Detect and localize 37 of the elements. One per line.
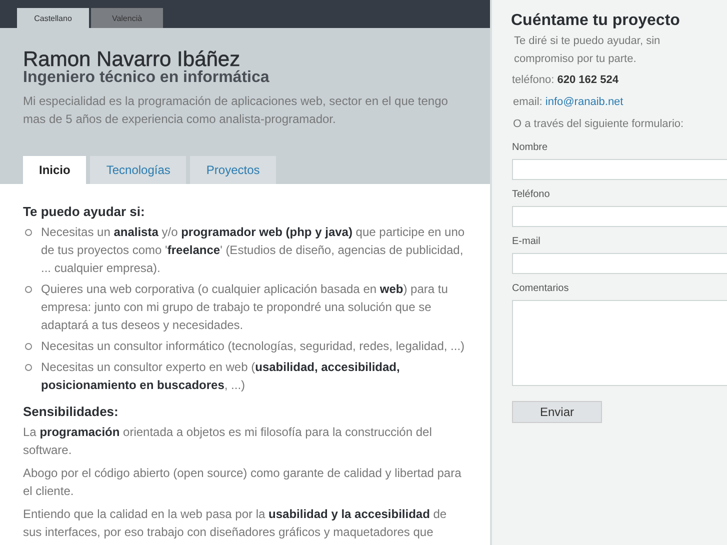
input-field[interactable] bbox=[512, 159, 727, 180]
field-label: E-mail bbox=[512, 235, 542, 249]
email-label: email: bbox=[513, 96, 542, 108]
bullet-icon bbox=[25, 229, 32, 236]
paragraph: La programación orientada a objetos es mi filosofía para la construcción del software. bbox=[23, 424, 433, 459]
section-heading: Sensibilidades: bbox=[23, 404, 120, 419]
send-button[interactable]: Enviar bbox=[512, 401, 602, 423]
site-name: Ramon Navarro Ibáñez bbox=[23, 50, 240, 70]
paragraph: Entiendo que la calidad en la web pasa por la usabilidad y la accesibilidad de sus interfaces, por eso trabajo con diseñadores gráficos y maquetadores que bbox=[23, 506, 448, 541]
list-item-text: Quieres una web corporativa (o cualquier aplicación basada en web) para tu empresa: junto con mi grupo de trabajo te propondré una solución que se adaptará a tus deseos y necesidades. bbox=[41, 281, 449, 334]
bullet-icon bbox=[25, 286, 32, 293]
list-item-text: Necesitas un consultor informático (tecnologías, seguridad, redes, legalidad, ...) bbox=[41, 338, 465, 355]
nav-tab[interactable]: Inicio bbox=[23, 156, 86, 184]
phone-label: teléfono: bbox=[512, 74, 554, 86]
section-heading: Te puedo ayudar si: bbox=[23, 204, 146, 219]
list-item-text: Necesitas un consultor experto en web (usabilidad, accesibilidad, posicionamiento en buscadores, ...) bbox=[41, 359, 401, 394]
intro-text: Mi especialidad es la programación de aplicaciones web, sector en el que tengo mas de 5 años de experiencia como analista-programador. bbox=[23, 93, 449, 128]
phone-number: 620 162 524 bbox=[557, 74, 618, 86]
list-item-text: Necesitas un analista y/o programador web (php y java) que participe en uno de tus proyectos como 'freelance' (Estudios de diseño, agencias de publicidad, ... cualquier empresa). bbox=[41, 224, 466, 277]
site-subtitle: Ingeniero técnico en informática bbox=[23, 70, 270, 86]
comments-field[interactable] bbox=[512, 300, 727, 386]
nav-tab[interactable]: Proyectos bbox=[190, 156, 276, 184]
field-label: Nombre bbox=[512, 141, 549, 155]
input-field[interactable] bbox=[512, 253, 727, 274]
email-link[interactable]: info@ranaib.net bbox=[545, 96, 624, 108]
contact-title: Cuéntame tu proyecto bbox=[511, 12, 681, 30]
bullet-icon bbox=[25, 364, 32, 371]
field-label: Teléfono bbox=[512, 188, 551, 202]
language-tab[interactable]: Valencià bbox=[91, 8, 163, 28]
language-tab[interactable]: Castellano bbox=[17, 8, 89, 28]
paragraph: Abogo por el código abierto (open source) como garante de calidad y libertad para el cliente. bbox=[23, 465, 462, 500]
input-field[interactable] bbox=[512, 206, 727, 227]
field-label: Comentarios bbox=[512, 282, 570, 296]
form-intro: O a través del siguiente formulario: bbox=[513, 117, 685, 132]
nav-tab[interactable]: Tecnologías bbox=[90, 156, 186, 184]
bullet-icon bbox=[25, 343, 32, 350]
contact-intro: Te diré si te puedo ayudar, sin compromiso por tu parte. bbox=[514, 34, 662, 67]
